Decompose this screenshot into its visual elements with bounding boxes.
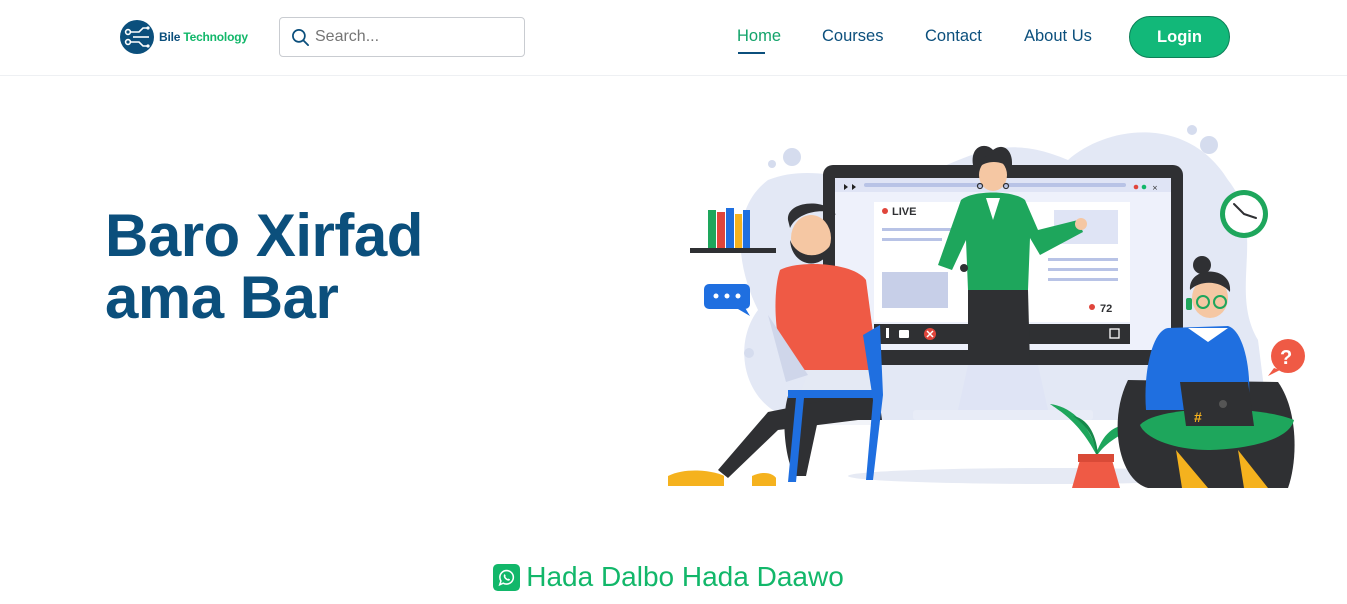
- svg-text:?: ?: [1280, 347, 1292, 369]
- live-dot: [882, 208, 888, 214]
- logo-text: Bile Technology: [159, 30, 248, 44]
- whatsapp-cta-link[interactable]: Hada Dalbo Hada Daawo: [493, 561, 844, 593]
- hero-title-line-1: Baro Xirfad: [105, 202, 423, 269]
- hero-title-line-2: ama Bar: [105, 264, 339, 331]
- live-label: LIVE: [892, 206, 916, 218]
- nav-contact[interactable]: Contact: [925, 27, 982, 46]
- nav-about-us[interactable]: About Us: [1024, 27, 1092, 46]
- bubble-decoration: [1200, 136, 1218, 154]
- whatsapp-icon: [493, 563, 521, 591]
- site-header: Bile Technology Home Courses Contact Abo…: [0, 0, 1347, 76]
- cta-section: Hada Dalbo Hada Daawo: [0, 561, 1347, 593]
- question-bubble-icon: ?: [1268, 339, 1305, 376]
- bubble-decoration: [783, 148, 801, 166]
- nav-active-indicator: [738, 52, 765, 54]
- search-input[interactable]: [315, 28, 515, 46]
- svg-text:×: ×: [1152, 184, 1158, 192]
- chat-bubble-icon: [704, 284, 750, 316]
- svg-text:#: #: [1194, 409, 1202, 425]
- logo-word-2: Technology: [183, 30, 248, 44]
- hero-online-learning-illustration: × LIVE 72 ? #: [668, 125, 1305, 488]
- viewer-count: 72: [1100, 303, 1112, 315]
- nav-courses[interactable]: Courses: [822, 27, 883, 46]
- site-logo[interactable]: Bile Technology: [119, 19, 248, 55]
- hero-title: Baro Xirfad ama Bar: [105, 205, 423, 329]
- search-icon: [292, 28, 310, 46]
- logo-circuit-icon: [120, 20, 154, 54]
- search-box: [279, 17, 525, 57]
- wall-clock-icon: [1220, 190, 1268, 238]
- bubble-decoration: [768, 160, 776, 168]
- bubble-decoration: [744, 348, 754, 358]
- bubble-decoration: [1187, 125, 1197, 135]
- nav-home[interactable]: Home: [737, 27, 781, 46]
- logo-word-1: Bile: [159, 30, 181, 44]
- cta-text: Hada Dalbo Hada Daawo: [526, 561, 844, 592]
- login-button[interactable]: Login: [1129, 16, 1230, 58]
